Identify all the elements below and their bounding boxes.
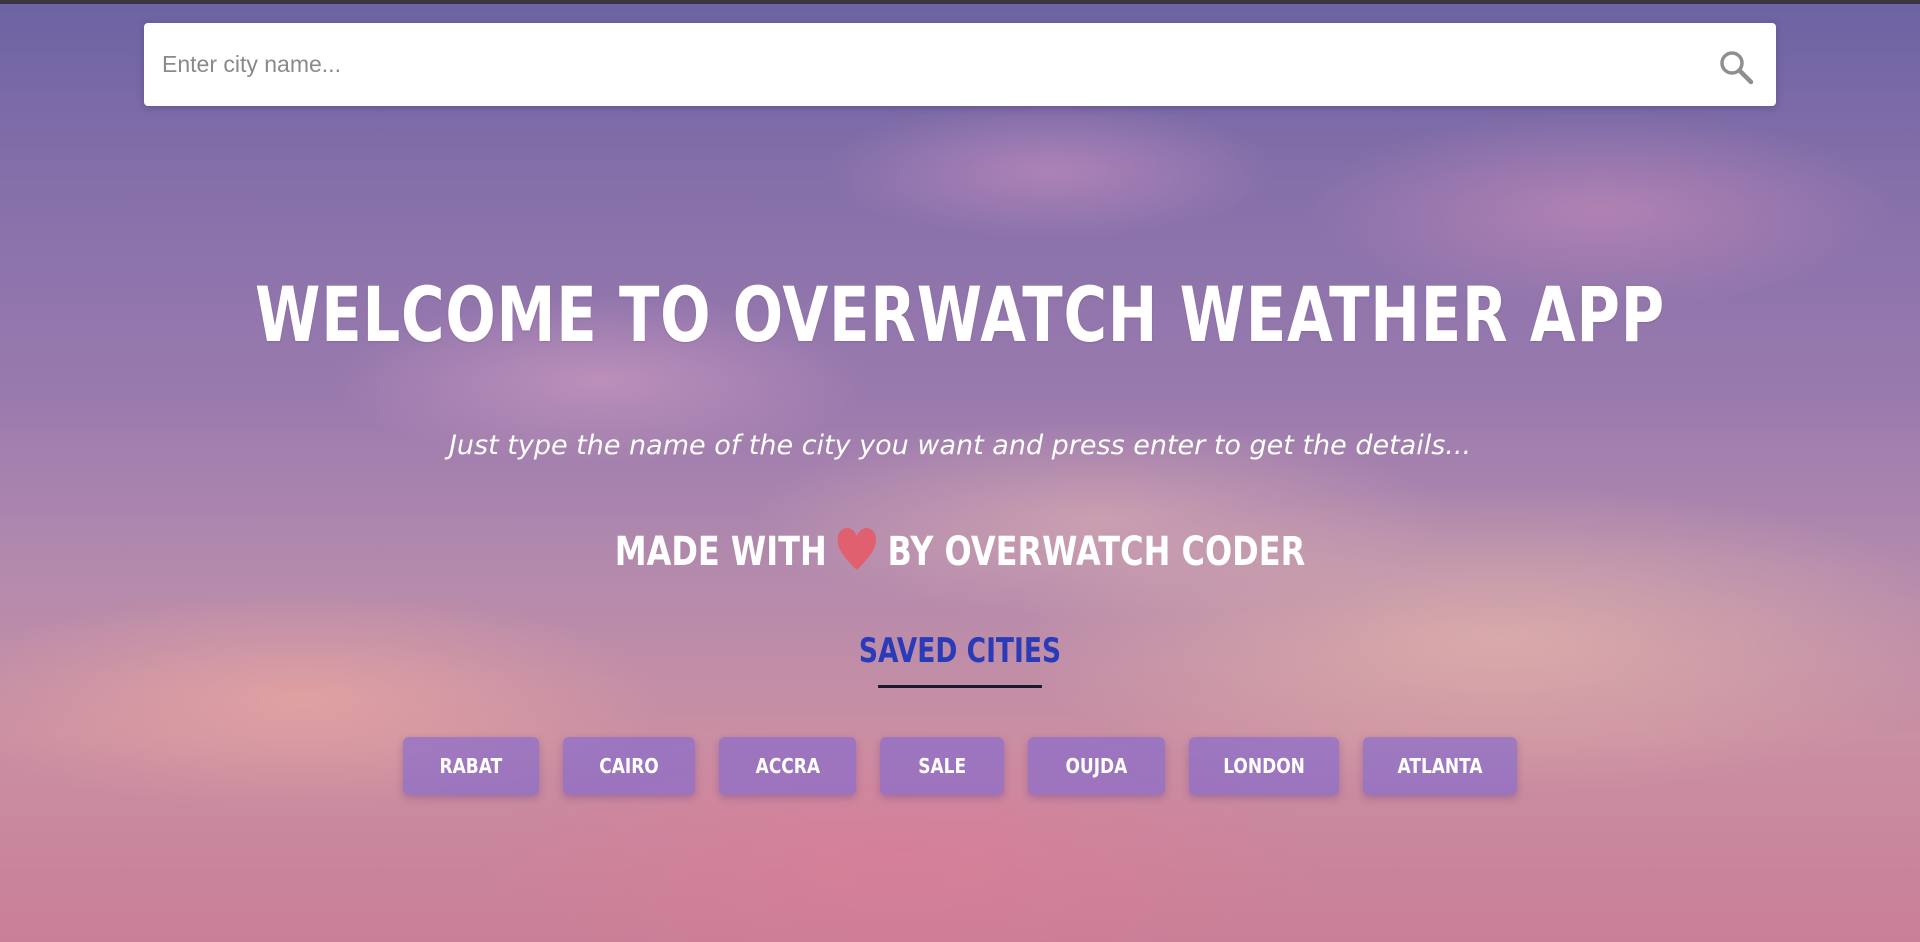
city-button-cairo[interactable]: CAIRO (563, 737, 695, 795)
city-button-accra[interactable]: ACCRA (719, 737, 856, 795)
saved-cities-list: RABAT CAIRO ACCRA SALE OUJDA LONDON ATLA… (0, 737, 1920, 795)
window-top-bar (0, 0, 1920, 4)
made-with-credit: MADE WITH BY OVERWATCH CODER (192, 526, 1728, 578)
page-title: WELCOME TO OVERWATCH WEATHER APP (255, 270, 1665, 359)
city-label: SALE (918, 754, 966, 778)
city-label: OUJDA (1065, 754, 1128, 778)
search-bar (144, 23, 1776, 106)
city-label: CAIRO (599, 754, 659, 778)
heart-icon (837, 528, 877, 570)
city-label: ACCRA (755, 754, 820, 778)
city-button-atlanta[interactable]: ATLANTA (1363, 737, 1517, 795)
made-with-suffix: BY OVERWATCH CODER (887, 529, 1306, 575)
city-label: LONDON (1223, 754, 1305, 778)
search-icon[interactable] (1718, 49, 1754, 85)
page-subtitle: Just type the name of the city you want … (448, 430, 1472, 461)
city-label: RABAT (439, 754, 503, 778)
saved-cities-title: SAVED CITIES (858, 631, 1062, 671)
city-button-london[interactable]: LONDON (1189, 737, 1339, 795)
city-label: ATLANTA (1397, 754, 1483, 778)
saved-cities-underline (878, 685, 1042, 688)
city-button-rabat[interactable]: RABAT (403, 737, 539, 795)
search-input[interactable] (144, 23, 1704, 106)
city-button-oujda[interactable]: OUJDA (1028, 737, 1165, 795)
made-with-prefix: MADE WITH (614, 529, 827, 575)
city-button-sale[interactable]: SALE (880, 737, 1004, 795)
